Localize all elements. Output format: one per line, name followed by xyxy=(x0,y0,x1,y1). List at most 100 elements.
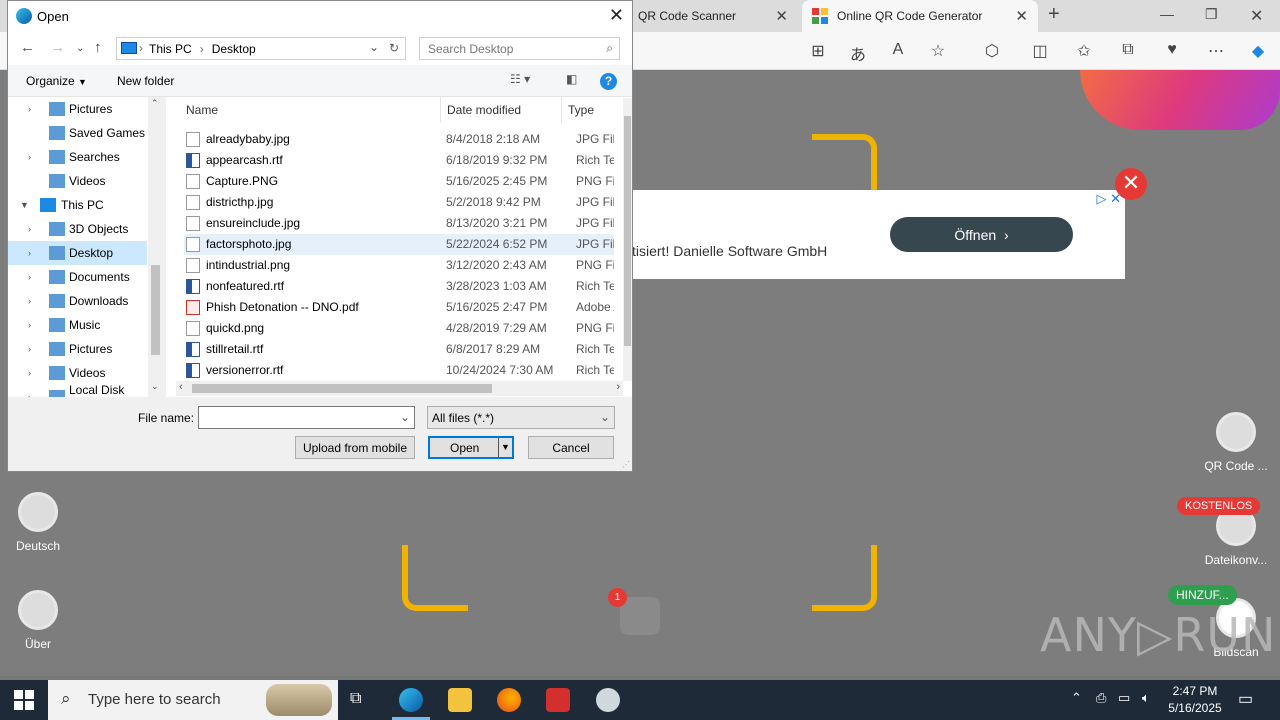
collapsed-chevron-icon[interactable]: › xyxy=(28,320,31,330)
scroll-down-icon[interactable]: ⌄ xyxy=(151,381,159,392)
copilot-icon[interactable]: ◆ xyxy=(1248,41,1268,61)
collapsed-chevron-icon[interactable]: › xyxy=(28,296,31,306)
file-explorer-icon[interactable] xyxy=(448,688,472,712)
minimize-icon[interactable]: — xyxy=(1160,6,1174,22)
favorites-icon[interactable]: ✩ xyxy=(1074,41,1094,61)
firefox-icon[interactable] xyxy=(497,688,521,712)
collapsed-chevron-icon[interactable]: › xyxy=(28,248,31,258)
file-list-vertical-scrollbar[interactable] xyxy=(623,98,632,381)
file-name-input[interactable]: ⌄ xyxy=(198,406,415,429)
tree-item[interactable]: › Searches xyxy=(8,145,147,169)
taskbar-search-box[interactable]: ⌕ Type here to search xyxy=(48,680,338,720)
file-row[interactable]: Capture.PNG 5/16/2025 2:45 PM PNG File xyxy=(184,171,614,192)
tab-online-qr-code-generator[interactable]: Online QR Code Generator ✕ xyxy=(802,0,1038,32)
breadcrumb-this-pc[interactable]: This PC xyxy=(149,42,192,56)
collapsed-chevron-icon[interactable]: › xyxy=(28,368,31,378)
tree-item[interactable]: Videos xyxy=(8,169,147,193)
up-arrow-icon[interactable]: ↑ xyxy=(94,39,102,56)
hinzufugen-badge[interactable]: HINZUF... xyxy=(1168,585,1237,605)
file-row[interactable]: ensureinclude.jpg 8/13/2020 3:21 PM JPG Fi… xyxy=(184,213,614,234)
file-row[interactable]: quickd.png 4/28/2019 7:29 AM PNG File xyxy=(184,318,614,339)
meet-now-icon[interactable]: ⎙ xyxy=(1096,690,1106,706)
close-window-icon[interactable]: ✕ xyxy=(1250,6,1263,26)
file-row[interactable]: Phish Detonation -- DNO.pdf 5/16/2025 2:4… xyxy=(184,297,614,318)
tree-item[interactable]: Saved Games xyxy=(8,121,147,145)
split-screen-icon[interactable]: ◫ xyxy=(1030,41,1050,61)
open-options-arrow-icon[interactable]: ▼ xyxy=(498,438,512,457)
side-app-deutsch[interactable]: Deutsch xyxy=(0,492,78,553)
performance-icon[interactable]: ♥ xyxy=(1162,41,1182,59)
close-tab-icon[interactable]: ✕ xyxy=(1015,7,1028,25)
tab-qr-code-scanner[interactable]: QR Code Scanner ✕ xyxy=(628,0,798,32)
help-icon[interactable]: ? xyxy=(600,73,617,90)
tree-item[interactable]: › 3D Objects xyxy=(8,217,147,241)
file-row[interactable]: appearcash.rtf 6/18/2019 9:32 PM Rich Text xyxy=(184,150,614,171)
network-icon[interactable]: ▭ xyxy=(1118,690,1130,706)
close-tab-icon[interactable]: ✕ xyxy=(775,7,788,25)
favorite-star-icon[interactable]: ☆ xyxy=(928,41,948,61)
new-folder-button[interactable]: New folder xyxy=(117,74,174,88)
collapsed-chevron-icon[interactable]: › xyxy=(28,272,31,282)
cancel-button[interactable]: Cancel xyxy=(528,436,614,459)
read-aloud-icon[interactable]: A xyxy=(888,41,908,59)
address-bar[interactable]: › This PC › Desktop ⌄ ↻ xyxy=(116,37,406,60)
more-menu-icon[interactable]: ⋯ xyxy=(1206,41,1226,61)
collections-icon[interactable]: ⧉ xyxy=(1118,41,1138,59)
view-options-icon[interactable]: ☷ ▾ xyxy=(510,72,530,86)
forward-arrow-icon[interactable]: → xyxy=(50,39,65,56)
tree-item[interactable]: ›Local Disk (C:) xyxy=(8,383,147,397)
file-row[interactable]: versionerror.rtf 10/24/2024 7:30 AM Rich T… xyxy=(184,360,614,381)
column-header-type[interactable]: Type xyxy=(562,97,632,123)
collapsed-chevron-icon[interactable]: › xyxy=(28,224,31,234)
task-view-icon[interactable]: ⧉ xyxy=(350,690,361,708)
column-header-date[interactable]: Date modified xyxy=(441,97,562,123)
collapsed-chevron-icon[interactable]: › xyxy=(28,104,31,114)
windows-start-icon[interactable] xyxy=(14,690,34,710)
horizontal-scroll-thumb[interactable] xyxy=(192,384,492,393)
file-type-select[interactable]: All files (*.*) ⌄ xyxy=(427,406,615,429)
tree-item[interactable]: ▼ This PC xyxy=(8,193,147,217)
app-icon[interactable] xyxy=(596,688,620,712)
file-row[interactable]: stillretail.rtf 6/8/2017 8:29 AM Rich Text xyxy=(184,339,614,360)
column-header-name[interactable]: Name xyxy=(180,97,441,123)
scroll-up-icon[interactable]: ⌃ xyxy=(151,98,159,109)
side-app-qr-code[interactable]: QR Code ... xyxy=(1196,412,1276,473)
address-dropdown-icon[interactable]: ⌄ xyxy=(369,40,379,54)
scroll-right-icon[interactable]: › xyxy=(616,381,620,393)
close-ad-icon[interactable]: ✕ xyxy=(1115,168,1147,200)
system-clock[interactable]: 2:47 PM 5/16/2025 xyxy=(1162,683,1228,717)
side-app-uber[interactable]: Über xyxy=(0,590,78,651)
recent-locations-icon[interactable]: ⌄ xyxy=(76,43,84,54)
tree-scroll-thumb[interactable] xyxy=(151,265,160,355)
new-tab-icon[interactable]: + xyxy=(1048,3,1060,26)
expanded-chevron-icon[interactable]: ▼ xyxy=(20,200,29,210)
file-name-dropdown-icon[interactable]: ⌄ xyxy=(400,410,410,424)
edge-taskbar-icon[interactable] xyxy=(399,688,423,712)
vertical-scroll-thumb[interactable] xyxy=(624,116,631,346)
apps-icon[interactable]: ⊞ xyxy=(808,41,828,61)
breadcrumb-desktop[interactable]: Desktop xyxy=(212,42,256,56)
notifications-icon[interactable]: ▭ xyxy=(1238,689,1253,709)
file-row[interactable]: intindustrial.png 3/12/2020 2:43 AM PNG Fi… xyxy=(184,255,614,276)
translate-icon[interactable]: あ xyxy=(848,41,868,65)
side-app-dateikonverter[interactable]: Dateikonv... xyxy=(1196,506,1276,567)
search-input[interactable]: Search Desktop ⌕ xyxy=(419,37,620,60)
file-list-horizontal-scrollbar[interactable]: ‹ › xyxy=(176,381,623,396)
tree-item[interactable]: › Pictures xyxy=(8,97,147,121)
ad-open-button[interactable]: Öffnen › xyxy=(890,217,1073,252)
tree-item[interactable]: › Documents xyxy=(8,265,147,289)
refresh-icon[interactable]: ↻ xyxy=(389,41,399,55)
acrobat-icon[interactable] xyxy=(546,688,570,712)
file-row[interactable]: factorsphoto.jpg 5/22/2024 6:52 PM JPG Fil… xyxy=(184,234,614,255)
hub-app-icon[interactable] xyxy=(620,597,660,635)
tree-item[interactable]: › Music xyxy=(8,313,147,337)
file-row[interactable]: districthp.jpg 5/2/2018 9:42 PM JPG File xyxy=(184,192,614,213)
extensions-icon[interactable]: ⬡ xyxy=(982,41,1002,61)
advertisement-banner[interactable]: tisiert! Danielle Software GmbH Öffnen ›… xyxy=(632,190,1125,279)
collapsed-chevron-icon[interactable]: › xyxy=(28,344,31,354)
show-hidden-icons-icon[interactable]: ⌃ xyxy=(1071,690,1082,706)
collapsed-chevron-icon[interactable]: › xyxy=(28,152,31,162)
preview-pane-icon[interactable]: ◧ xyxy=(566,72,577,86)
tree-scrollbar[interactable]: ⌃ ⌄ xyxy=(148,97,163,397)
resize-grip-icon[interactable]: ⋰ xyxy=(622,460,630,469)
